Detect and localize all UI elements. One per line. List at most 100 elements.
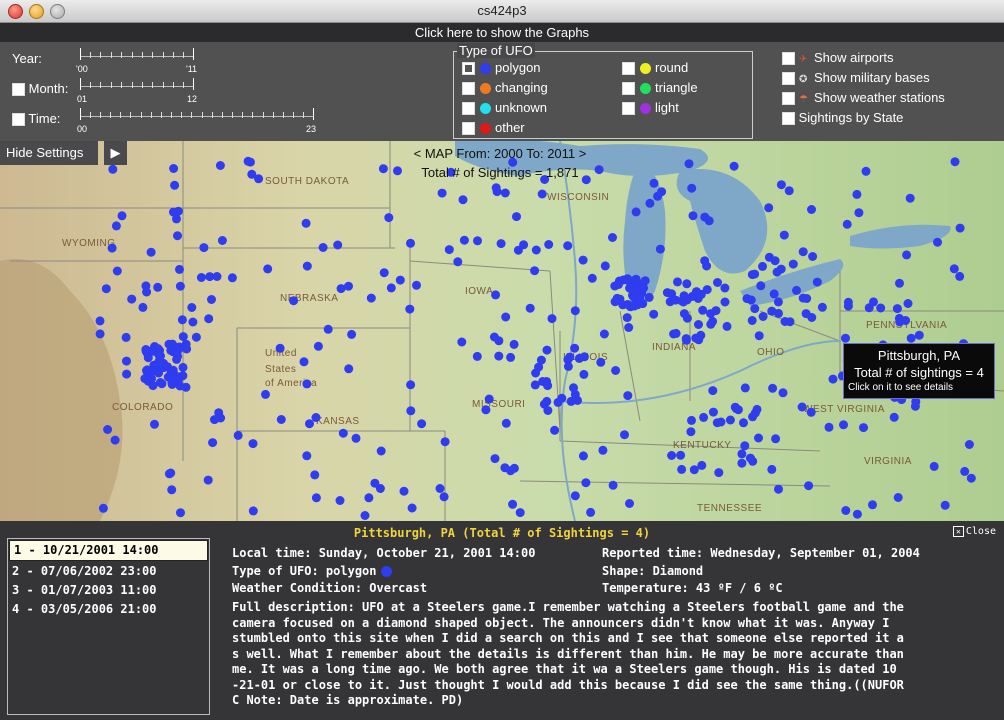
sighting-marker[interactable]	[323, 324, 333, 334]
changing-checkbox[interactable]	[462, 82, 475, 96]
sighting-marker[interactable]	[547, 314, 557, 324]
sighting-marker[interactable]	[772, 267, 782, 277]
sighting-marker[interactable]	[203, 475, 213, 485]
sighting-marker[interactable]	[570, 491, 580, 501]
sighting-marker[interactable]	[713, 278, 722, 287]
sighting-marker[interactable]	[614, 280, 623, 289]
sighting-marker[interactable]	[563, 241, 573, 251]
sighting-marker[interactable]	[289, 296, 299, 306]
list-item[interactable]: 3 - 01/07/2003 11:00	[8, 581, 209, 600]
details-close-button[interactable]: ✕ Close	[952, 526, 996, 537]
time-checkbox[interactable]	[12, 113, 25, 127]
sighting-marker[interactable]	[472, 351, 482, 361]
sighting-marker[interactable]	[569, 383, 578, 393]
sighting-marker[interactable]	[940, 500, 950, 510]
sighting-marker[interactable]	[263, 264, 273, 274]
sighting-marker[interactable]	[543, 381, 553, 391]
ufo-type-other[interactable]: other	[462, 120, 525, 136]
list-item[interactable]: 4 - 03/05/2006 21:00	[8, 600, 209, 619]
sighting-marker[interactable]	[513, 245, 523, 255]
sighting-marker[interactable]	[655, 244, 665, 254]
sighting-marker[interactable]	[338, 428, 348, 438]
sighting-marker[interactable]	[333, 240, 343, 250]
sighting-marker[interactable]	[608, 233, 617, 242]
sighting-marker[interactable]	[955, 223, 965, 233]
sighting-marker[interactable]	[214, 408, 224, 418]
sightings-by-state-toggle[interactable]: Sightings by State	[782, 110, 903, 126]
sighting-marker[interactable]	[950, 157, 960, 167]
sighting-marker[interactable]	[167, 485, 177, 495]
sighting-marker[interactable]	[742, 294, 752, 304]
sighting-marker[interactable]	[901, 316, 911, 325]
sighting-marker[interactable]	[780, 317, 790, 326]
sighting-marker[interactable]	[98, 503, 108, 513]
sighting-marker[interactable]	[624, 323, 634, 332]
sighting-marker[interactable]	[313, 341, 323, 351]
sighting-marker[interactable]	[457, 337, 467, 347]
sighting-marker[interactable]	[207, 295, 216, 304]
sighting-marker[interactable]	[778, 388, 788, 398]
sighting-marker[interactable]	[644, 292, 654, 302]
sighting-marker[interactable]	[788, 259, 798, 269]
sighting-marker[interactable]	[889, 412, 899, 422]
sighting-marker[interactable]	[696, 330, 706, 340]
sighting-marker[interactable]	[199, 243, 209, 253]
sighting-marker[interactable]	[704, 216, 714, 226]
sighting-marker[interactable]	[817, 302, 827, 312]
sighting-marker[interactable]	[170, 180, 180, 190]
sighting-marker[interactable]	[364, 493, 374, 503]
sighting-marker[interactable]	[147, 366, 157, 376]
sighting-marker[interactable]	[696, 289, 706, 299]
sighting-marker[interactable]	[178, 362, 188, 372]
sighting-marker[interactable]	[631, 207, 641, 217]
sighting-marker[interactable]	[729, 161, 739, 171]
sighting-marker[interactable]	[812, 277, 822, 287]
sighting-marker[interactable]	[737, 458, 747, 468]
sighting-marker[interactable]	[217, 236, 227, 245]
sighting-marker[interactable]	[649, 309, 659, 319]
sighting-marker[interactable]	[302, 379, 312, 389]
play-button[interactable]: ▶	[104, 141, 127, 165]
sighting-marker[interactable]	[175, 264, 184, 274]
map-canvas[interactable]: NORTH DAKOTASOUTH DAKOTAWYOMINGNEBRASKAC…	[0, 106, 1004, 522]
sighting-marker[interactable]	[360, 511, 370, 520]
sighting-marker[interactable]	[828, 374, 838, 384]
sighting-marker[interactable]	[677, 464, 687, 474]
sighting-marker[interactable]	[117, 211, 127, 221]
sighting-marker[interactable]	[525, 303, 535, 313]
list-item[interactable]: 1 - 10/21/2001 14:00	[9, 540, 208, 561]
sighting-marker[interactable]	[645, 198, 655, 208]
sighting-marker[interactable]	[172, 354, 182, 364]
sighting-marker[interactable]	[407, 503, 417, 513]
sighting-marker[interactable]	[162, 362, 172, 372]
sighting-marker[interactable]	[774, 308, 783, 318]
sighting-marker[interactable]	[706, 309, 716, 319]
sighting-marker[interactable]	[624, 300, 634, 310]
sighting-marker[interactable]	[122, 356, 131, 366]
sighting-marker[interactable]	[473, 236, 482, 246]
sighting-marker[interactable]	[406, 406, 416, 416]
airports-checkbox[interactable]	[782, 52, 795, 66]
sighting-marker[interactable]	[671, 328, 681, 338]
sighting-marker[interactable]	[187, 303, 197, 312]
sighting-marker[interactable]	[439, 492, 449, 502]
sighting-marker[interactable]	[384, 213, 394, 223]
hide-settings-button[interactable]: Hide Settings	[0, 141, 98, 165]
sighting-marker[interactable]	[148, 345, 157, 355]
sighting-marker[interactable]	[623, 391, 633, 401]
sighting-marker[interactable]	[494, 351, 504, 361]
sighting-marker[interactable]	[406, 380, 416, 390]
sighting-marker[interactable]	[876, 303, 886, 313]
sighting-marker[interactable]	[344, 281, 353, 291]
sighting-marker[interactable]	[905, 193, 915, 203]
sighting-marker[interactable]	[750, 304, 760, 314]
sighting-marker[interactable]	[299, 357, 309, 367]
sighting-marker[interactable]	[153, 282, 163, 292]
sighting-marker[interactable]	[892, 304, 902, 314]
sighting-marker[interactable]	[667, 289, 677, 299]
ufo-type-light[interactable]: light	[622, 100, 679, 116]
sighting-marker[interactable]	[366, 293, 376, 303]
sighting-marker[interactable]	[261, 389, 270, 399]
sighting-marker[interactable]	[570, 343, 580, 353]
sighting-marker[interactable]	[747, 316, 757, 325]
